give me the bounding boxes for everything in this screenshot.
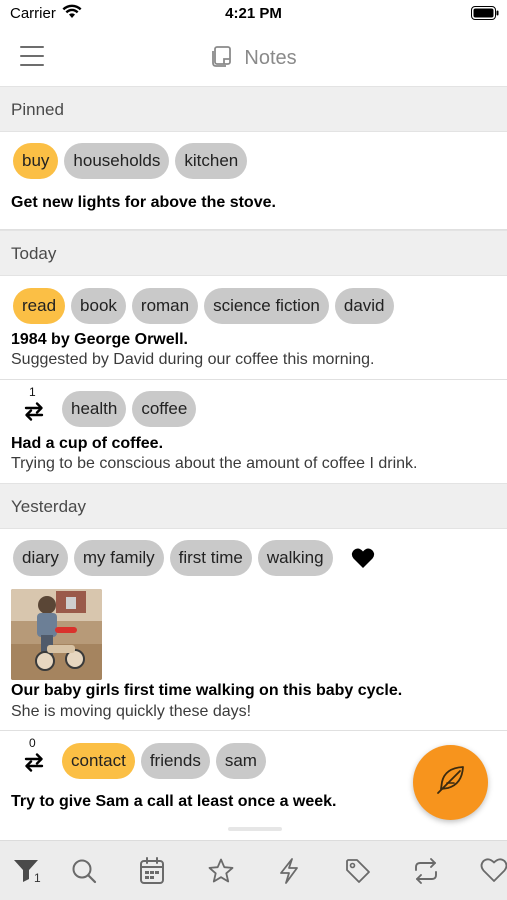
tag-chip[interactable]: diary xyxy=(13,540,68,576)
repeat-icon xyxy=(24,402,44,421)
heart-icon[interactable] xyxy=(351,547,375,569)
tag-chip[interactable]: david xyxy=(334,288,394,324)
tag-chip[interactable]: sam xyxy=(215,743,266,779)
filter-tab[interactable]: 1 xyxy=(12,857,42,887)
feather-quill-icon xyxy=(433,762,469,803)
tag-chip[interactable]: science fiction xyxy=(204,288,329,324)
note-item[interactable]: 1 health coffee Had a cup of coffee. Try… xyxy=(0,380,507,484)
favorites-tab[interactable] xyxy=(207,857,237,887)
tag-chip[interactable]: coffee xyxy=(132,391,197,427)
tag-chip[interactable]: my family xyxy=(73,540,164,576)
section-label: Pinned xyxy=(11,100,64,119)
section-label: Yesterday xyxy=(11,497,86,516)
status-time: 4:21 PM xyxy=(225,5,282,22)
quick-tab[interactable] xyxy=(276,857,306,887)
bottom-tab-bar: 1 xyxy=(0,840,507,900)
tag-chip[interactable]: households xyxy=(64,143,170,179)
repeat-icon xyxy=(24,753,44,772)
tag-icon xyxy=(346,859,370,883)
note-item[interactable]: buy households kitchen Get new lights fo… xyxy=(0,132,507,230)
tag-chip[interactable]: book xyxy=(71,288,126,324)
note-body: Suggested by David during our coffee thi… xyxy=(11,351,375,368)
repeat-indicator: 1 xyxy=(20,385,52,428)
tag-chip[interactable]: walking xyxy=(257,540,333,576)
note-item[interactable]: diary my family first time walking Our b… xyxy=(0,529,507,731)
note-title: Our baby girls first time walking on thi… xyxy=(11,682,403,699)
search-tab[interactable] xyxy=(70,857,100,887)
note-body: Trying to be conscious about the amount … xyxy=(11,455,418,472)
note-photo[interactable] xyxy=(11,589,102,680)
tag-list: contact friends sam xyxy=(62,743,266,779)
tag-chip[interactable]: buy xyxy=(13,143,59,179)
page-title: Notes xyxy=(244,47,297,69)
calendar-tab[interactable] xyxy=(139,857,169,887)
section-header-today: Today xyxy=(0,230,507,276)
nav-bar: Notes xyxy=(0,30,507,86)
note-title: Get new lights for above the stove. xyxy=(11,194,276,211)
calendar-icon xyxy=(140,857,164,884)
section-label: Today xyxy=(11,244,57,263)
note-item[interactable]: read book roman science fiction david 19… xyxy=(0,276,507,380)
star-icon xyxy=(208,858,234,883)
tag-chip[interactable]: kitchen xyxy=(175,143,248,179)
scroll-indicator xyxy=(228,827,282,831)
tags-tab[interactable] xyxy=(344,857,374,887)
notes-icon xyxy=(210,44,234,73)
heart-icon xyxy=(480,858,507,882)
repeat-tab[interactable] xyxy=(412,857,442,887)
tag-chip[interactable]: health xyxy=(62,391,127,427)
lightning-icon xyxy=(280,858,298,884)
tag-list: read book roman science fiction david xyxy=(13,288,394,324)
note-title: 1984 by George Orwell. xyxy=(11,331,188,348)
search-icon xyxy=(72,859,97,884)
tag-chip[interactable]: read xyxy=(13,288,66,324)
note-title: Try to give Sam a call at least once a w… xyxy=(11,793,337,810)
tag-list: buy households kitchen xyxy=(13,143,248,179)
tag-chip[interactable]: friends xyxy=(140,743,210,779)
section-header-pinned: Pinned xyxy=(0,86,507,132)
tag-chip[interactable]: contact xyxy=(62,743,135,779)
tag-chip[interactable]: first time xyxy=(169,540,252,576)
section-header-yesterday: Yesterday xyxy=(0,483,507,529)
repeat-count: 1 xyxy=(29,385,36,399)
filter-count-badge: 1 xyxy=(34,871,41,885)
tag-chip[interactable]: roman xyxy=(131,288,199,324)
battery-icon xyxy=(471,6,499,25)
compose-note-button[interactable] xyxy=(413,745,488,820)
title-group: Notes xyxy=(0,44,507,73)
repeat-count: 0 xyxy=(29,736,36,750)
repeat-icon xyxy=(415,858,437,884)
tag-list: health coffee xyxy=(62,391,197,427)
status-bar: Carrier 4:21 PM xyxy=(0,0,507,30)
liked-tab[interactable] xyxy=(480,857,507,887)
tag-list: diary my family first time walking xyxy=(13,540,375,576)
repeat-indicator: 0 xyxy=(20,736,52,779)
note-title: Had a cup of coffee. xyxy=(11,435,164,452)
note-body: She is moving quickly these days! xyxy=(11,703,252,720)
